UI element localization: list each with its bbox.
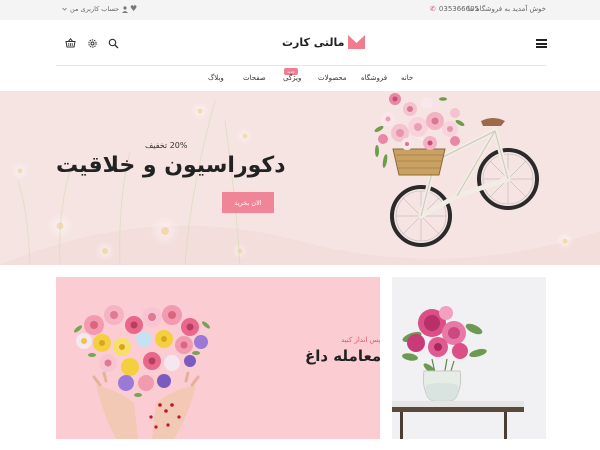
deal-kicker: 30% پس انداز کنید (341, 336, 380, 344)
main-nav: خانه فروشگاه محصولات جدید ویژگی صفحات وب… (0, 67, 600, 91)
search-icon[interactable] (106, 36, 120, 50)
welcome-text: خوش آمدید به فروشگاه ما (467, 5, 546, 13)
nav-item-products[interactable]: محصولات (318, 74, 347, 82)
gear-icon[interactable] (85, 36, 99, 50)
nav-item-blog[interactable]: وبلاگ (208, 74, 224, 82)
site-header: مالتی کارت (0, 20, 600, 66)
nav-item-pages[interactable]: صفحات (243, 74, 266, 82)
header-divider (56, 65, 546, 66)
account-dropdown[interactable]: حساب کاربری من (62, 5, 129, 13)
logo-mark-icon (348, 35, 366, 49)
nav-item-home[interactable]: خانه (401, 74, 413, 82)
phone-contact[interactable]: ✆ 035366605 (430, 5, 479, 13)
logo-text: مالتی کارت (282, 35, 345, 49)
peony-vase-banner[interactable] (392, 277, 546, 439)
top-bar: خوش آمدید به فروشگاه ما ✆ 035366605 ♥ حس… (0, 0, 600, 20)
hero-shop-now-button[interactable]: الان بخرید (222, 192, 274, 213)
nav-item-shop[interactable]: فروشگاه (361, 74, 387, 82)
nav-item-features[interactable]: ویژگی (283, 74, 301, 82)
bicycle-image (374, 93, 539, 247)
chevron-down-icon (62, 7, 67, 11)
account-label: حساب کاربری من (70, 5, 120, 13)
hero-title: دکوراسیون و خلاقیت (56, 153, 286, 178)
phone-icon: ✆ (430, 5, 436, 13)
hot-deal-banner[interactable]: 30% پس انداز کنید معامله داغ (56, 277, 380, 439)
flower-heart-image (73, 305, 211, 439)
site-logo[interactable]: مالتی کارت (282, 35, 366, 49)
heart-icon[interactable]: ♥ (130, 4, 137, 13)
basket-icon[interactable] (63, 36, 77, 50)
peony-vase-image (392, 277, 546, 439)
phone-number: 035366605 (438, 5, 479, 13)
hero-slider: 20% تخفیف دکوراسیون و خلاقیت الان بخرید (0, 91, 600, 265)
user-icon (122, 5, 129, 13)
menu-icon[interactable] (536, 39, 547, 48)
deal-title: معامله داغ (305, 347, 380, 365)
hero-kicker: 20% تخفیف (145, 141, 188, 150)
